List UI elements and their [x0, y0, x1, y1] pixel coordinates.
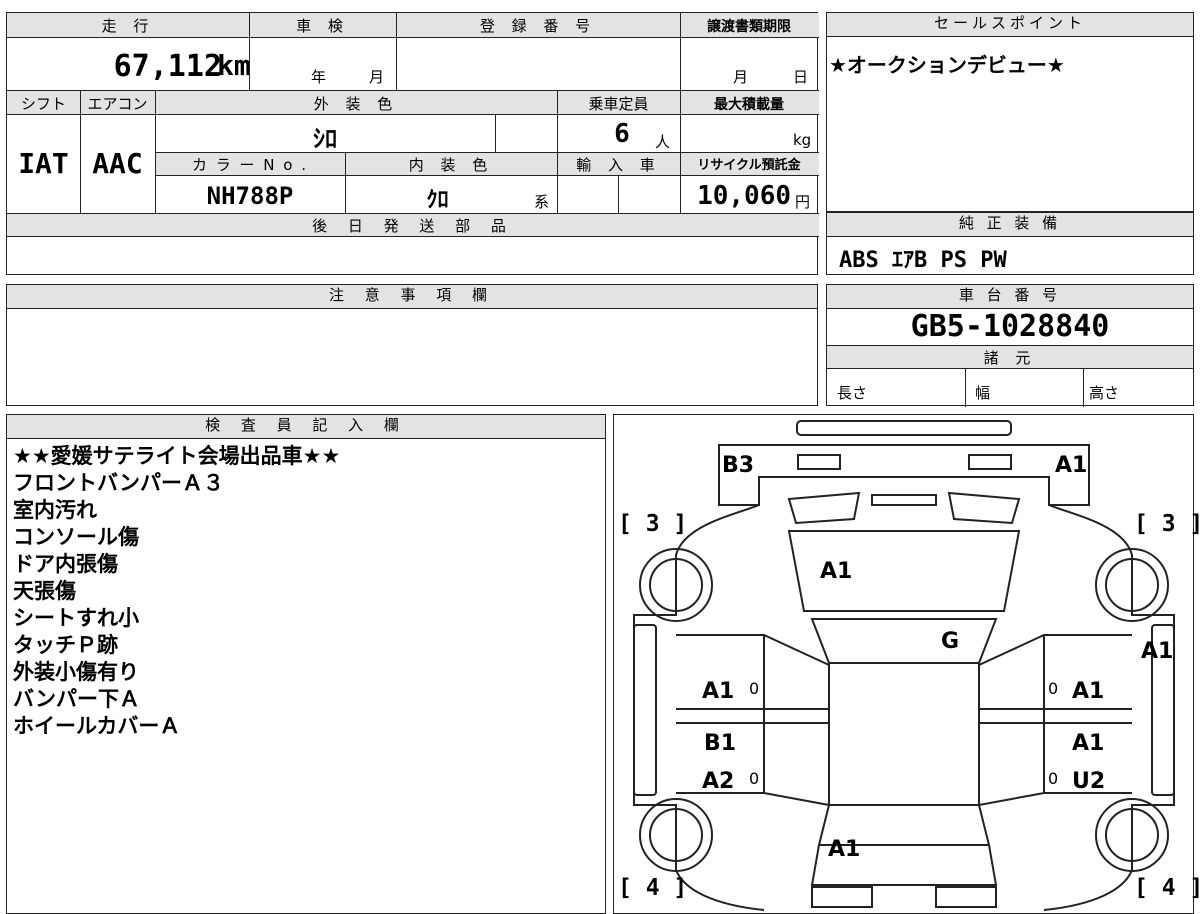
inspection-month-label: 月	[369, 68, 385, 86]
recycle-unit: 円	[795, 193, 811, 211]
length-label: 長さ	[837, 384, 868, 402]
notes-panel: 注 意 事 項 欄	[6, 284, 818, 406]
mark-right-front-door: A1	[1072, 679, 1105, 704]
remark-line: 外装小傷有り	[13, 660, 139, 684]
damage-diagram-panel: B3 A1 [ 3 ] [ 3 ] A1 G A1 A1 0 0 A1 B1 A…	[613, 414, 1200, 914]
mileage-header: 走 行	[101, 17, 155, 35]
mark-hood: A1	[820, 559, 853, 584]
remark-line: ドア内張傷	[13, 552, 118, 576]
door-tick: 0	[749, 769, 760, 788]
ac-header: エアコン	[87, 95, 148, 113]
mark-front-left: B3	[722, 453, 755, 478]
exterior-header: 外 装 色	[313, 95, 399, 113]
load-unit: kg	[793, 131, 812, 149]
load-header: 最大積載量	[714, 97, 784, 113]
remark-line: ★★愛媛サテライト会場出品車★★	[13, 444, 341, 468]
sales-point-text: ★オークションデビュー★	[829, 53, 1065, 77]
mark-right-rear-door-upper: A1	[1072, 731, 1105, 756]
mark-left-front-door: A1	[702, 679, 735, 704]
bracket-top-left: [ 3 ]	[618, 511, 688, 537]
shift-header: シフト	[20, 95, 66, 113]
equipment-panel: 純 正 装 備 ABS ｴｱB PS PW	[826, 212, 1194, 275]
recycle-value: 10,060	[697, 181, 791, 211]
bracket-bottom-right: [ 4 ]	[1134, 875, 1200, 901]
shift-value: IAT	[18, 147, 69, 180]
capacity-unit: 人	[655, 133, 671, 151]
later-parts-header: 後 日 発 送 部 品	[312, 217, 514, 235]
interior-suffix: 系	[534, 193, 550, 211]
bracket-bottom-left: [ 4 ]	[618, 875, 688, 901]
ac-value: AAC	[92, 147, 143, 180]
mark-left-rear-door-lower: A2	[702, 769, 735, 794]
remarks-list: ★★愛媛サテライト会場出品車★★ フロントバンパーＡ３ 室内汚れ コンソール傷 …	[13, 443, 340, 740]
notes-header: 注 意 事 項 欄	[7, 285, 817, 309]
remark-line: フロントバンパーＡ３	[13, 471, 225, 495]
exterior-value: ｼﾛ	[313, 125, 337, 153]
height-label: 高さ	[1089, 384, 1120, 402]
inspector-panel: 検 査 員 記 入 欄 ★★愛媛サテライト会場出品車★★ フロントバンパーＡ３ …	[6, 414, 606, 914]
color-no-header: カ ラ ー N o .	[191, 156, 308, 174]
mark-front-right: A1	[1055, 453, 1088, 478]
remark-line: 室内汚れ	[13, 498, 97, 522]
color-no-value: NH788P	[206, 182, 294, 210]
transfer-month-label: 月	[733, 68, 749, 86]
door-tick: 0	[749, 679, 760, 698]
transfer-day-label: 日	[793, 68, 809, 86]
vehicle-info-panel: 走 行 車 検 登 録 番 号 譲渡書類期限 67,112 km 年 月 月 日…	[6, 12, 819, 275]
interior-header: 内 装 色	[408, 156, 494, 174]
inspector-header: 検 査 員 記 入 欄	[7, 415, 605, 439]
inspection-year-label: 年	[311, 68, 327, 86]
mileage-unit: km	[217, 49, 251, 82]
remark-line: タッチＰ跡	[13, 633, 118, 657]
remark-line: シートすれ小	[13, 606, 139, 630]
interior-value: ｸﾛ	[426, 188, 449, 213]
transfer-header: 譲渡書類期限	[707, 19, 791, 35]
capacity-header: 乗車定員	[588, 95, 649, 113]
chassis-number: GB5-1028840	[910, 309, 1110, 344]
sales-point-panel: セールスポイント ★オークションデビュー★	[826, 12, 1194, 212]
door-tick: 0	[1048, 769, 1059, 788]
remark-line: コンソール傷	[13, 525, 139, 549]
equipment-text: ABS ｴｱB PS PW	[839, 248, 1007, 273]
mark-roof-rear: A1	[828, 837, 861, 862]
mark-windshield: G	[941, 629, 960, 654]
width-label: 幅	[975, 384, 991, 402]
remark-line: バンパー下Ａ	[13, 687, 141, 711]
remark-line: 天張傷	[13, 579, 76, 603]
remark-line: ホイールカバーＡ	[13, 714, 181, 738]
import-header: 輸 入 車	[576, 156, 661, 174]
mileage-value: 67,112	[113, 49, 222, 84]
mark-left-rear-door-upper: B1	[704, 731, 737, 756]
mark-right-fender: A1	[1141, 639, 1174, 664]
capacity-value: 6	[614, 119, 630, 149]
door-tick: 0	[1048, 679, 1059, 698]
chassis-panel: 車 台 番 号 GB5-1028840 諸 元 長さ 幅 高さ	[826, 284, 1194, 407]
sales-point-header: セールスポイント	[827, 13, 1193, 37]
chassis-header: 車 台 番 号	[827, 285, 1193, 309]
car-outline-diagram	[633, 420, 1175, 911]
recycle-header: リサイクル預託金	[697, 158, 801, 173]
mark-right-rear-door-lower: U2	[1072, 769, 1106, 794]
equipment-header: 純 正 装 備	[827, 213, 1193, 237]
inspection-header: 車 検	[296, 17, 349, 35]
spec-header: 諸 元	[983, 349, 1037, 367]
bracket-top-right: [ 3 ]	[1134, 511, 1200, 537]
registration-header: 登 録 番 号	[479, 17, 597, 35]
